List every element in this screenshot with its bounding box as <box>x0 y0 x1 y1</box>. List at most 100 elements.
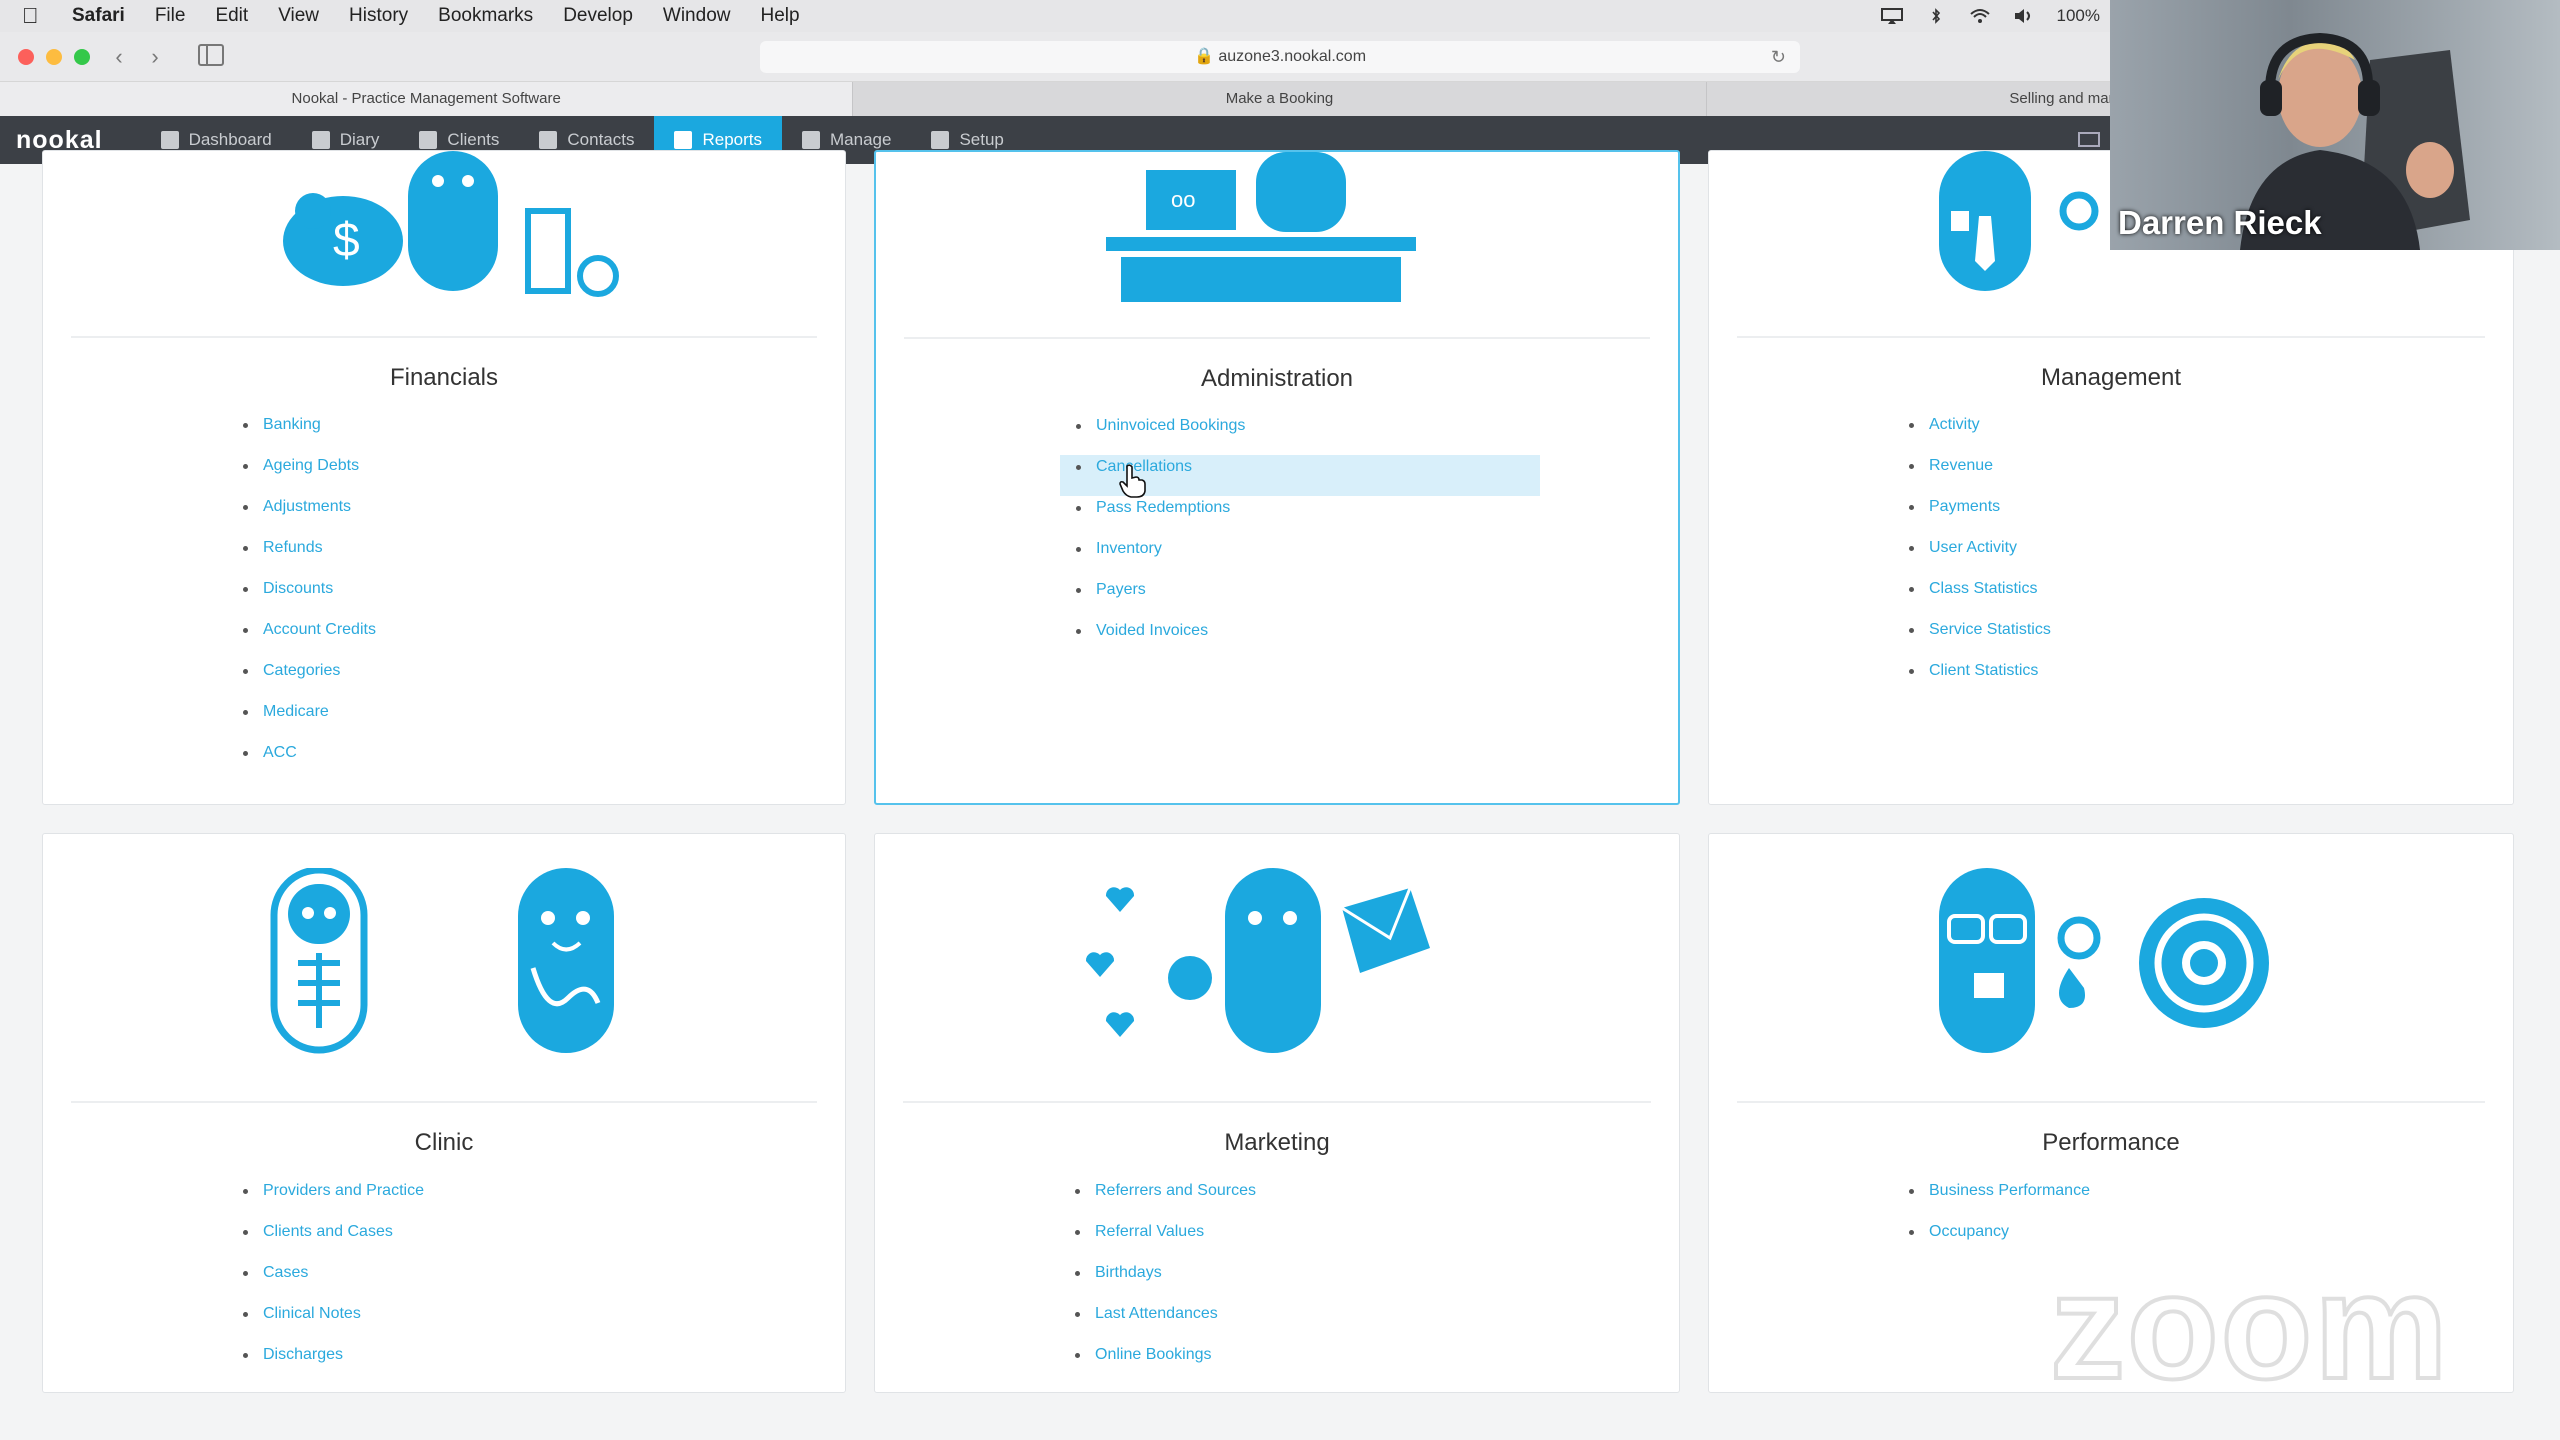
administration-illustration: oo <box>1106 152 1416 302</box>
divider <box>904 337 1650 339</box>
report-link-referral-values[interactable]: Referral Values <box>1075 1220 1256 1261</box>
clients-icon <box>419 131 438 149</box>
report-link-revenue[interactable]: Revenue <box>1909 454 2051 495</box>
back-icon[interactable]: ‹ <box>104 44 134 70</box>
lock-icon: 🔒 <box>1193 48 1214 65</box>
clinic-illustration <box>270 868 614 1054</box>
menu-file[interactable]: File <box>155 5 186 27</box>
report-link-cases[interactable]: Cases <box>243 1261 424 1302</box>
clinic-card: Clinic Providers and Practice Clients an… <box>42 833 846 1393</box>
clinic-links: Providers and Practice Clients and Cases… <box>243 1179 424 1384</box>
management-links: Activity Revenue Payments User Activity … <box>1909 413 2051 700</box>
nav-label: Diary <box>339 130 380 149</box>
financials-links: Banking Ageing Debts Adjustments Refunds… <box>243 413 376 782</box>
nav-label: Clients <box>447 130 500 149</box>
forward-icon[interactable]: › <box>140 44 170 70</box>
url-text: auzone3.nookal.com <box>1218 48 1367 65</box>
nav-label: Manage <box>830 130 892 149</box>
report-link-payers[interactable]: Payers <box>1076 578 1540 619</box>
report-link-class-statistics[interactable]: Class Statistics <box>1909 577 2051 618</box>
address-bar[interactable]: 🔒 auzone3.nookal.com ↻ <box>760 41 1800 73</box>
financials-illustration: $ <box>283 151 619 297</box>
wifi-icon[interactable] <box>1969 8 1991 24</box>
menu-window[interactable]: Window <box>663 5 731 27</box>
report-link-categories[interactable]: Categories <box>243 659 376 700</box>
menu-view[interactable]: View <box>278 5 319 27</box>
report-link-uninvoiced-bookings[interactable]: Uninvoiced Bookings <box>1076 414 1540 455</box>
minimize-window-button[interactable] <box>46 49 62 65</box>
report-link-clients-cases[interactable]: Clients and Cases <box>243 1220 424 1261</box>
participant-name: Darren Rieck <box>2118 204 2322 241</box>
nav-label: Setup <box>959 130 1004 149</box>
administration-links: Uninvoiced Bookings Cancellations Pass R… <box>1060 414 1540 660</box>
section-title-management: Management <box>2040 364 2182 391</box>
report-link-client-statistics[interactable]: Client Statistics <box>1909 659 2051 700</box>
administration-card: oo Administration Uninvoiced Bookings Ca… <box>874 150 1680 805</box>
divider <box>71 336 817 338</box>
mail-icon[interactable] <box>2078 132 2100 147</box>
battery-percent: 100% <box>2056 6 2100 25</box>
marketing-illustration <box>1085 868 1430 1053</box>
menu-history[interactable]: History <box>349 5 408 27</box>
report-link-refunds[interactable]: Refunds <box>243 536 376 577</box>
report-link-providers-practice[interactable]: Providers and Practice <box>243 1179 424 1220</box>
nav-label: Dashboard <box>188 130 272 149</box>
reload-icon[interactable]: ↻ <box>1771 41 1786 73</box>
report-link-voided-invoices[interactable]: Voided Invoices <box>1076 619 1540 660</box>
menu-develop[interactable]: Develop <box>563 5 633 27</box>
divider <box>1737 336 2485 338</box>
menu-edit[interactable]: Edit <box>215 5 248 27</box>
bluetooth-icon[interactable] <box>1925 8 1947 24</box>
section-title-clinic: Clinic <box>414 1129 474 1156</box>
sidebar-toggle-icon[interactable] <box>198 44 224 66</box>
report-link-adjustments[interactable]: Adjustments <box>243 495 376 536</box>
close-window-button[interactable] <box>18 49 34 65</box>
window-controls <box>18 49 90 65</box>
zoom-watermark: zoom <box>2048 1240 2450 1412</box>
hand-cursor-icon <box>1119 464 1146 498</box>
report-link-banking[interactable]: Banking <box>243 413 376 454</box>
divider <box>1737 1101 2485 1103</box>
section-title-marketing: Marketing <box>1224 1129 1330 1156</box>
zoom-window-button[interactable] <box>74 49 90 65</box>
report-link-account-credits[interactable]: Account Credits <box>243 618 376 659</box>
report-link-payments[interactable]: Payments <box>1909 495 2051 536</box>
reports-icon <box>674 131 693 149</box>
home-icon <box>160 131 179 149</box>
section-title-financials: Financials <box>389 364 499 391</box>
menu-bookmarks[interactable]: Bookmarks <box>438 5 533 27</box>
tab-make-booking[interactable]: Make a Booking <box>853 82 1707 116</box>
diary-icon <box>311 131 330 149</box>
report-link-clinical-notes[interactable]: Clinical Notes <box>243 1302 424 1343</box>
section-title-performance: Performance <box>2042 1129 2180 1156</box>
report-link-ageing-debts[interactable]: Ageing Debts <box>243 454 376 495</box>
report-link-inventory[interactable]: Inventory <box>1076 537 1540 578</box>
report-link-activity[interactable]: Activity <box>1909 413 2051 454</box>
webcam-video: Darren Rieck <box>2110 0 2560 250</box>
screen:  Safari File Edit View History Bookmark… <box>0 0 2560 1440</box>
report-link-online-bookings[interactable]: Online Bookings <box>1075 1343 1256 1384</box>
report-link-referrers-sources[interactable]: Referrers and Sources <box>1075 1179 1256 1220</box>
performance-illustration <box>1939 868 2269 1053</box>
report-link-medicare[interactable]: Medicare <box>243 700 376 741</box>
report-link-discharges[interactable]: Discharges <box>243 1343 424 1384</box>
report-link-service-statistics[interactable]: Service Statistics <box>1909 618 2051 659</box>
apple-icon[interactable]:  <box>22 3 52 29</box>
airplay-icon[interactable] <box>1880 8 1903 24</box>
report-link-discounts[interactable]: Discounts <box>243 577 376 618</box>
tab-nookal[interactable]: Nookal - Practice Management Software <box>0 82 854 116</box>
report-link-pass-redemptions[interactable]: Pass Redemptions <box>1076 496 1540 537</box>
volume-icon[interactable] <box>2013 8 2035 24</box>
menu-app[interactable]: Safari <box>72 5 125 27</box>
marketing-links: Referrers and Sources Referral Values Bi… <box>1075 1179 1256 1384</box>
report-link-birthdays[interactable]: Birthdays <box>1075 1261 1256 1302</box>
gear-icon <box>931 131 950 149</box>
divider <box>903 1101 1651 1103</box>
wrench-icon <box>802 131 821 149</box>
report-link-acc[interactable]: ACC <box>243 741 376 782</box>
report-link-business-performance[interactable]: Business Performance <box>1909 1179 2090 1220</box>
report-link-user-activity[interactable]: User Activity <box>1909 536 2051 577</box>
menu-help[interactable]: Help <box>760 5 799 27</box>
svg-text:$: $ <box>333 214 360 267</box>
report-link-last-attendances[interactable]: Last Attendances <box>1075 1302 1256 1343</box>
